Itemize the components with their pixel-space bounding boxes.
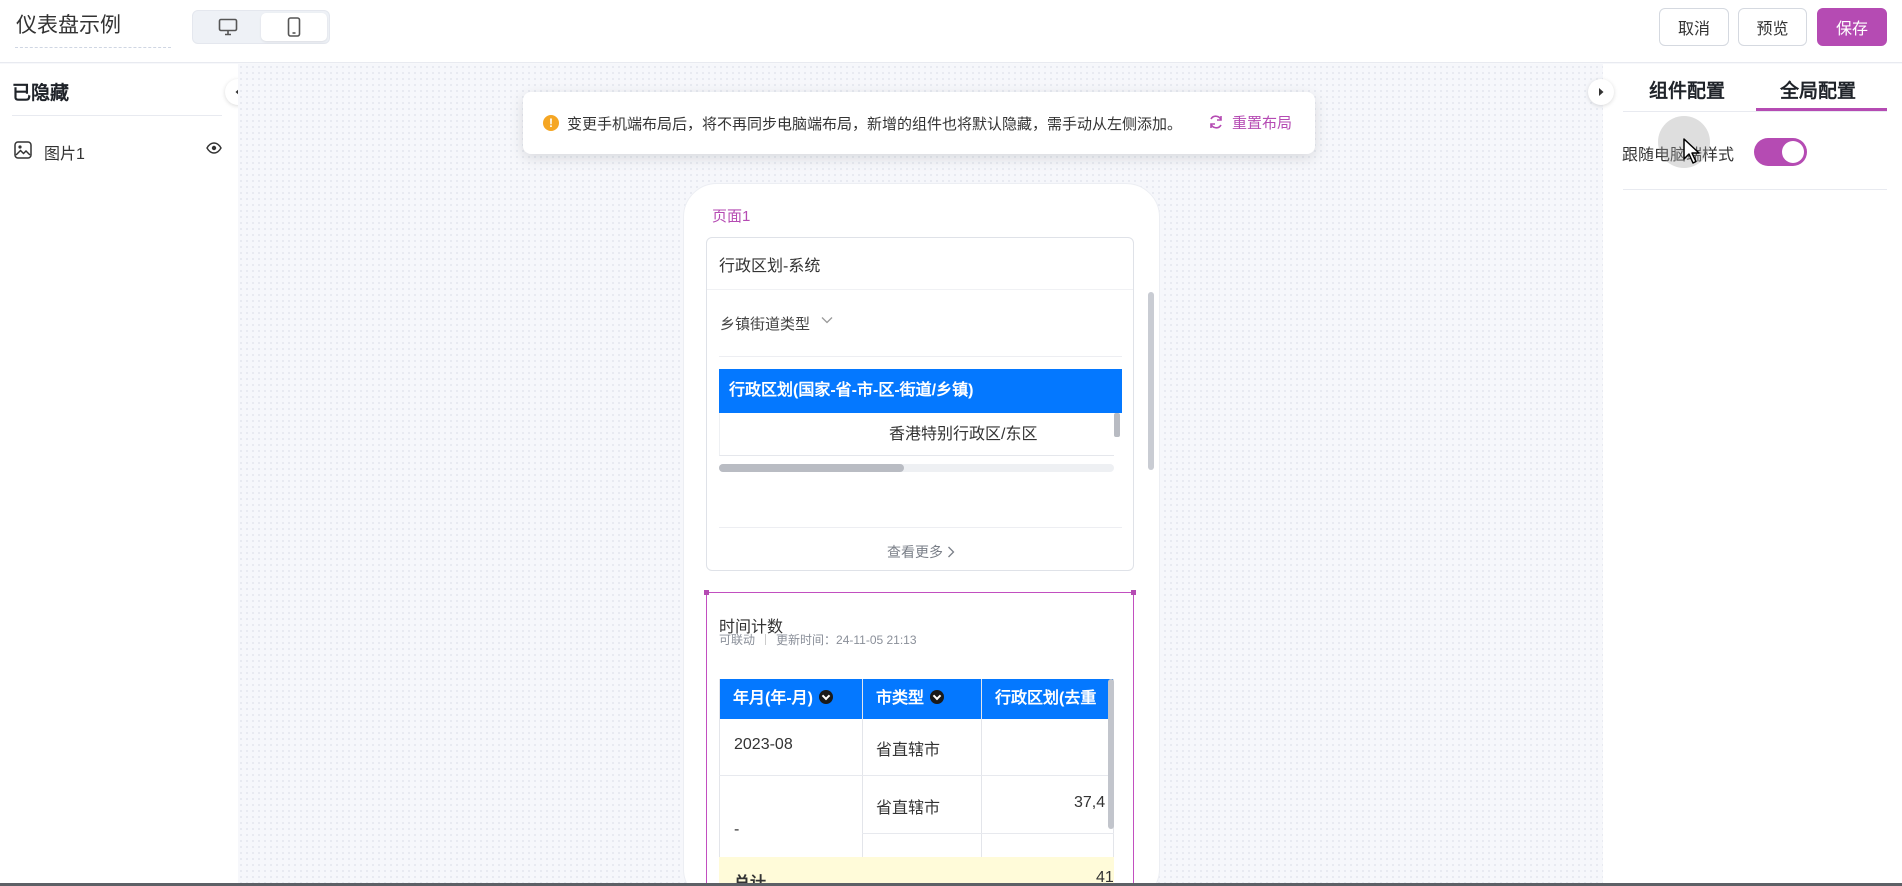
pc-layout-button[interactable] <box>195 13 261 41</box>
phone-icon <box>287 17 301 37</box>
hidden-item-label: 图片1 <box>44 146 85 163</box>
chevron-down-icon[interactable] <box>821 316 833 324</box>
preview-button[interactable]: 预览 <box>1738 8 1807 46</box>
card-meta: 可联动 更新时间：24-11-05 21:13 <box>719 631 917 648</box>
divider <box>719 527 1122 528</box>
column-header-district[interactable]: 行政区划(去重 <box>981 679 1114 719</box>
table-row: 香港特别行政区/东区 <box>719 413 1114 456</box>
divider <box>1623 111 1887 112</box>
table-vertical-scrollbar[interactable] <box>1114 413 1120 437</box>
table-horizontal-scrollbar[interactable] <box>719 464 904 472</box>
tab-component-config[interactable]: 组件配置 <box>1649 76 1725 103</box>
chevron-right-icon <box>947 546 955 558</box>
cell-month: - <box>734 821 740 838</box>
mouse-cursor-icon <box>1683 138 1700 164</box>
divider <box>12 115 222 116</box>
see-more-label: 查看更多 <box>887 544 944 560</box>
time-count-card[interactable]: 时间计数 可联动 更新时间：24-11-05 21:13 年月(年-月) 市类型 … <box>704 590 1136 886</box>
refresh-icon[interactable] <box>1208 114 1224 130</box>
resize-handle[interactable] <box>704 590 709 595</box>
save-button[interactable]: 保存 <box>1817 8 1887 46</box>
table-header[interactable]: 行政区划(国家-省-市-区-街道/乡镇) <box>719 369 1122 413</box>
district-card[interactable]: 行政区划-系统 乡镇街道类型 行政区划(国家-省-市-区-街道/乡镇) 香港特别… <box>706 237 1134 571</box>
resize-handle[interactable] <box>1131 590 1136 595</box>
sort-dropdown-icon <box>930 690 945 704</box>
follow-pc-style-toggle[interactable] <box>1754 138 1807 166</box>
table-vertical-scrollbar[interactable] <box>1108 679 1114 829</box>
mobile-layout-button[interactable] <box>261 13 327 41</box>
caret-right-icon <box>1599 88 1604 96</box>
warning-icon: ! <box>543 115 559 131</box>
see-more-link[interactable]: 查看更多 <box>707 542 1135 562</box>
dashboard-title[interactable]: 仪表盘示例 <box>15 10 171 48</box>
divider <box>1623 189 1887 190</box>
reset-layout-link[interactable]: 重置布局 <box>1232 112 1292 133</box>
cell-month: 2023-08 <box>734 736 793 753</box>
monitor-icon <box>218 18 238 36</box>
device-toggle <box>192 10 330 44</box>
sort-dropdown-icon <box>819 690 833 704</box>
cell-value: 37,4 <box>1074 794 1106 811</box>
mobile-preview-frame: 页面1 行政区划-系统 乡镇街道类型 行政区划(国家-省-市-区-街道/乡镇) … <box>683 183 1160 886</box>
divider <box>719 356 1122 357</box>
hidden-panel-title: 已隐藏 <box>12 83 70 104</box>
hidden-item-image1[interactable]: 图片1 <box>12 139 222 163</box>
collapse-right-panel-button[interactable] <box>1588 79 1614 105</box>
column-header-city-type[interactable]: 市类型 <box>862 679 981 719</box>
column-header-month[interactable]: 年月(年-月) <box>719 679 862 719</box>
notice-message: 变更手机端布局后，将不再同步电脑端布局，新增的组件也将默认隐藏，需手动从左侧添加… <box>567 116 1183 133</box>
layout-notice: ! 变更手机端布局后，将不再同步电脑端布局，新增的组件也将默认隐藏，需手动从左侧… <box>523 92 1315 154</box>
card-title: 行政区划-系统 <box>719 258 821 275</box>
toggle-knob <box>1782 141 1804 163</box>
table-header: 年月(年-月) 市类型 行政区划(去重 <box>719 679 1114 719</box>
filter-dropdown[interactable]: 乡镇街道类型 <box>720 313 810 334</box>
cancel-button[interactable]: 取消 <box>1659 8 1729 46</box>
phone-scrollbar[interactable] <box>1148 292 1154 470</box>
tab-global-config[interactable]: 全局配置 <box>1780 76 1856 103</box>
total-row <box>719 857 1114 886</box>
card-header: 行政区划-系统 <box>707 238 1133 290</box>
hidden-components-panel: 已隐藏 图片1 <box>0 64 238 886</box>
config-panel: 组件配置 全局配置 跟随电脑端样式 <box>1603 64 1902 886</box>
linkable-label: 可联动 <box>719 633 756 647</box>
cell-city-type: 省直辖市 <box>876 742 941 759</box>
page-label[interactable]: 页面1 <box>712 205 750 226</box>
active-tab-indicator <box>1756 108 1887 111</box>
eye-icon[interactable] <box>206 142 222 154</box>
updated-time: 更新时间：24-11-05 21:13 <box>776 633 917 647</box>
image-icon <box>14 141 32 159</box>
top-bar: 仪表盘示例 取消 预览 保存 <box>0 0 1902 63</box>
cell-city-type: 省直辖市 <box>876 800 941 817</box>
time-count-table: 年月(年-月) 市类型 行政区划(去重 2023-08 省直辖市 省直辖市 37… <box>719 679 1114 886</box>
